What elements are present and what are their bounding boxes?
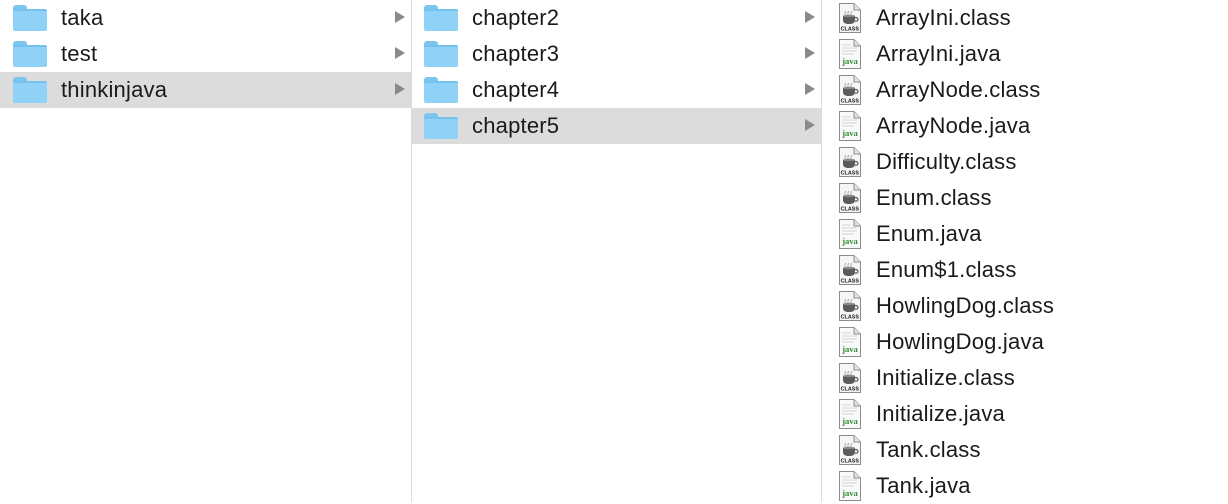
folder-row-chapter4[interactable]: chapter4 <box>412 72 821 108</box>
icon-badge-text: CLASS <box>841 207 860 213</box>
icon-badge-text: CLASS <box>841 315 860 321</box>
folder-name: chapter2 <box>472 5 560 30</box>
file-row[interactable]: CLASS Enum$1.class <box>822 252 1228 288</box>
folder-icon <box>13 41 47 67</box>
class-file-icon: CLASS <box>839 255 861 285</box>
file-row[interactable]: CLASS ArrayIni.class <box>822 0 1228 36</box>
file-name: HowlingDog.java <box>876 329 1045 354</box>
icon-badge-text: java <box>841 488 858 498</box>
class-file-icon: CLASS <box>839 75 861 105</box>
folder-row-chapter3[interactable]: chapter3 <box>412 36 821 72</box>
icon-badge-text: CLASS <box>841 387 860 393</box>
column-2[interactable]: chapter2 chapter3 chapter4 chapter5 <box>412 0 822 502</box>
chevron-right-icon <box>395 11 405 23</box>
folder-icon <box>424 5 458 31</box>
icon-badge-text: CLASS <box>841 459 860 465</box>
folder-name: chapter5 <box>472 113 560 138</box>
icon-badge-text: CLASS <box>841 27 860 33</box>
chevron-right-icon <box>395 83 405 95</box>
column-3[interactable]: CLASS ArrayIni.class java ArrayIni.java … <box>822 0 1228 502</box>
folder-name: taka <box>61 5 104 30</box>
file-name: Difficulty.class <box>876 149 1017 174</box>
chevron-right-icon <box>395 47 405 59</box>
column-1[interactable]: taka test thinkinjava <box>0 0 412 502</box>
file-row[interactable]: java ArrayNode.java <box>822 108 1228 144</box>
file-row[interactable]: CLASS HowlingDog.class <box>822 288 1228 324</box>
icon-badge-text: CLASS <box>841 171 860 177</box>
folder-icon <box>13 5 47 31</box>
folder-name: test <box>61 41 98 66</box>
folder-icon <box>13 77 47 103</box>
folder-row-chapter2[interactable]: chapter2 <box>412 0 821 36</box>
icon-badge-text: CLASS <box>841 279 860 285</box>
file-name: Tank.class <box>876 437 981 462</box>
folder-row-taka[interactable]: taka <box>0 0 411 36</box>
file-name: Tank.java <box>876 473 971 498</box>
file-row[interactable]: CLASS Difficulty.class <box>822 144 1228 180</box>
file-name: ArrayIni.java <box>876 41 1001 66</box>
chevron-right-icon <box>805 119 815 131</box>
class-file-icon: CLASS <box>839 147 861 177</box>
file-row[interactable]: CLASS ArrayNode.class <box>822 72 1228 108</box>
file-row[interactable]: java HowlingDog.java <box>822 324 1228 360</box>
file-name: ArrayNode.class <box>876 77 1041 102</box>
folder-name: chapter3 <box>472 41 560 66</box>
class-file-icon: CLASS <box>839 183 861 213</box>
java-file-icon: java <box>839 219 861 249</box>
folder-name: thinkinjava <box>61 77 168 102</box>
icon-badge-text: java <box>841 236 858 246</box>
folder-icon <box>424 77 458 103</box>
chevron-right-icon <box>805 47 815 59</box>
file-row[interactable]: CLASS Enum.class <box>822 180 1228 216</box>
class-file-icon: CLASS <box>839 291 861 321</box>
file-row[interactable]: java Tank.java <box>822 468 1228 504</box>
file-row[interactable]: java Enum.java <box>822 216 1228 252</box>
icon-badge-text: java <box>841 56 858 66</box>
class-file-icon: CLASS <box>839 363 861 393</box>
file-name: Enum$1.class <box>876 257 1017 282</box>
icon-badge-text: java <box>841 416 858 426</box>
file-name: ArrayNode.java <box>876 113 1031 138</box>
file-row[interactable]: java ArrayIni.java <box>822 36 1228 72</box>
folder-icon <box>424 113 458 139</box>
folder-row-test[interactable]: test <box>0 36 411 72</box>
icon-badge-text: java <box>841 128 858 138</box>
file-row[interactable]: CLASS Initialize.class <box>822 360 1228 396</box>
file-name: Enum.class <box>876 185 992 210</box>
class-file-icon: CLASS <box>839 3 861 33</box>
file-row[interactable]: java Initialize.java <box>822 396 1228 432</box>
file-name: Enum.java <box>876 221 982 246</box>
java-file-icon: java <box>839 39 861 69</box>
chevron-right-icon <box>805 11 815 23</box>
class-file-icon: CLASS <box>839 435 861 465</box>
folder-row-chapter5[interactable]: chapter5 <box>412 108 821 144</box>
file-row[interactable]: CLASS Tank.class <box>822 432 1228 468</box>
java-file-icon: java <box>839 327 861 357</box>
file-name: HowlingDog.class <box>876 293 1055 318</box>
finder-column-view: taka test thinkinjava chapter2 chapter3 <box>0 0 1228 502</box>
folder-row-thinkinjava[interactable]: thinkinjava <box>0 72 411 108</box>
java-file-icon: java <box>839 399 861 429</box>
java-file-icon: java <box>839 471 861 501</box>
chevron-right-icon <box>805 83 815 95</box>
file-name: Initialize.class <box>876 365 1015 390</box>
file-name: Initialize.java <box>876 401 1005 426</box>
icon-badge-text: java <box>841 344 858 354</box>
folder-name: chapter4 <box>472 77 560 102</box>
java-file-icon: java <box>839 111 861 141</box>
file-name: ArrayIni.class <box>876 5 1011 30</box>
file-list: CLASS ArrayIni.class java ArrayIni.java … <box>822 0 1228 504</box>
icon-badge-text: CLASS <box>841 99 860 105</box>
folder-icon <box>424 41 458 67</box>
